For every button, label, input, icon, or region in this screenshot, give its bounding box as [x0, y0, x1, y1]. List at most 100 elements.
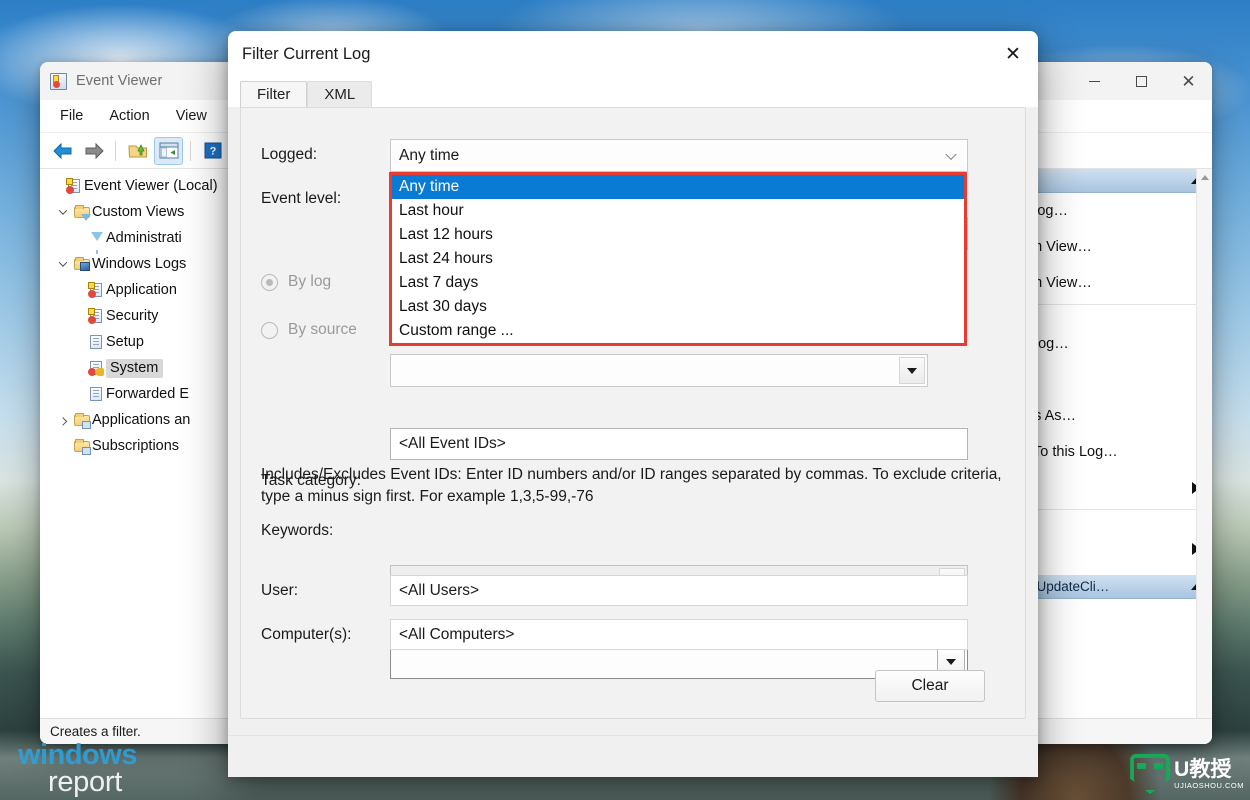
forwarded-events-icon	[86, 386, 106, 402]
computers-label-row: Computer(s):	[261, 626, 351, 644]
tree-item-application[interactable]: Application	[40, 277, 235, 303]
user-label-row: User:	[261, 582, 298, 600]
tree-item-label: Security	[106, 308, 158, 324]
by-log-label: By log	[288, 273, 331, 291]
action-item-attach-task-to-this-log[interactable]: k To this Log…	[1010, 434, 1212, 470]
dropdown-option-last-hour[interactable]: Last hour	[392, 199, 964, 223]
tree-twisty-custom-views[interactable]	[54, 209, 72, 215]
tree-item-event-viewer-local[interactable]: Event Viewer (Local)	[40, 173, 235, 199]
toolbar-separator	[115, 141, 116, 161]
computers-value: <All Computers>	[399, 626, 514, 644]
dropdown-option-any-time[interactable]: Any time	[392, 175, 964, 199]
task-category-label-row: Task category:	[261, 472, 361, 490]
by-source-radio[interactable]	[261, 322, 278, 339]
computers-input[interactable]: <All Computers>	[390, 619, 968, 650]
by-source-label: By source	[288, 321, 357, 339]
action-item-help-submenu[interactable]	[1010, 531, 1212, 567]
user-label: User:	[261, 582, 298, 600]
actions-spacer-2	[1010, 362, 1212, 380]
by-log-radio[interactable]	[261, 274, 278, 291]
triangle-down-icon	[946, 659, 956, 665]
action-item-create-custom-view[interactable]: om View…	[1010, 229, 1212, 265]
tree-item-label: Application	[106, 282, 177, 298]
maximize-icon	[1136, 76, 1147, 87]
user-input[interactable]: <All Users>	[390, 575, 968, 606]
event-logs-combobox[interactable]	[390, 354, 928, 387]
help-button[interactable]: ?	[198, 137, 227, 165]
tree-item-setup[interactable]: Setup	[40, 329, 235, 355]
logged-label-row: Logged:	[261, 146, 317, 164]
statusbar-text: Creates a filter.	[50, 724, 141, 739]
tree-item-applications-and-services[interactable]: Applications an	[40, 407, 235, 433]
minimize-icon	[1089, 81, 1100, 82]
by-source-radio-row[interactable]: By source	[261, 321, 357, 339]
chevron-down-icon	[945, 148, 956, 159]
action-item-import-custom-view[interactable]: om View…	[1010, 265, 1212, 301]
tree-twisty-windows-logs[interactable]	[54, 261, 72, 267]
user-value: <All Users>	[399, 582, 479, 600]
tree-item-forwarded-events[interactable]: Forwarded E	[40, 381, 235, 407]
event-logs-dropdown-button[interactable]	[899, 357, 925, 384]
logged-label: Logged:	[261, 146, 317, 164]
dropdown-option-custom-range[interactable]: Custom range ...	[392, 319, 964, 343]
dropdown-option-last-7-days[interactable]: Last 7 days	[392, 271, 964, 295]
action-item-clear-log[interactable]: t Log…	[1010, 326, 1212, 362]
dropdown-option-last-12-hours[interactable]: Last 12 hours	[392, 223, 964, 247]
up-one-level-button[interactable]	[123, 137, 152, 165]
tab-filter[interactable]: Filter	[240, 81, 307, 108]
dropdown-option-last-24-hours[interactable]: Last 24 hours	[392, 247, 964, 271]
tree-twisty-applications[interactable]	[54, 417, 72, 423]
tree-item-label: Forwarded E	[106, 386, 189, 402]
actions-spacer-3	[1010, 380, 1212, 398]
applications-folder-icon	[72, 412, 92, 428]
event-log-icon	[64, 178, 84, 194]
minimize-button[interactable]	[1071, 62, 1118, 100]
action-item-open-saved-log[interactable]: l Log…	[1010, 193, 1212, 229]
security-log-icon	[86, 308, 106, 324]
maximize-button[interactable]	[1118, 62, 1165, 100]
triangle-down-icon	[907, 368, 917, 374]
tree-item-security[interactable]: Security	[40, 303, 235, 329]
logged-dropdown-list[interactable]: Any time Last hour Last 12 hours Last 24…	[389, 172, 967, 346]
tree-item-windows-logs[interactable]: Windows Logs	[40, 251, 235, 277]
clear-button-label: Clear	[911, 677, 948, 695]
close-icon: ✕	[1181, 73, 1195, 90]
dropdown-option-last-30-days[interactable]: Last 30 days	[392, 295, 964, 319]
logged-combobox[interactable]: Any time	[390, 139, 968, 172]
actions-pane-scrollbar[interactable]	[1196, 169, 1212, 744]
tree-item-system[interactable]: System	[40, 355, 235, 381]
actions-pane-header[interactable]	[1010, 169, 1212, 193]
tree-item-subscriptions[interactable]: Subscriptions	[40, 433, 235, 459]
tab-xml[interactable]: XML	[307, 81, 372, 108]
funnel-icon	[86, 230, 106, 246]
tree-item-custom-views[interactable]: Custom Views	[40, 199, 235, 225]
menu-view[interactable]: View	[166, 105, 217, 127]
forward-button[interactable]	[79, 137, 108, 165]
clear-button[interactable]: Clear	[875, 670, 985, 702]
action-item-view-submenu[interactable]	[1010, 470, 1212, 506]
menu-action[interactable]: Action	[99, 105, 159, 127]
tree-item-administrative-events[interactable]: Administrati	[40, 225, 235, 251]
show-hide-console-tree-button[interactable]	[154, 137, 183, 165]
by-log-radio-row[interactable]: By log	[261, 273, 331, 291]
back-button[interactable]	[48, 137, 77, 165]
event-level-label: Event level:	[261, 190, 341, 208]
scroll-up-button[interactable]	[1197, 169, 1212, 185]
filter-current-log-dialog: Filter Current Log ✕ Filter XML Logged: …	[228, 31, 1038, 777]
action-item-save-events-as[interactable]: nts As…	[1010, 398, 1212, 434]
event-ids-input[interactable]: <All Event IDs>	[390, 428, 968, 460]
window-controls: ✕	[1071, 62, 1212, 100]
close-window-button[interactable]: ✕	[1165, 62, 1212, 100]
tree-item-label: System	[106, 359, 163, 378]
dialog-close-button[interactable]: ✕	[988, 31, 1038, 77]
event-level-label-row: Event level:	[261, 190, 341, 208]
logged-value: Any time	[399, 147, 459, 165]
up-folder-icon	[128, 142, 148, 159]
menu-file[interactable]: File	[50, 105, 93, 127]
chevron-right-icon	[59, 417, 67, 425]
show-hide-pane-icon	[159, 142, 179, 159]
toolbar-separator-2	[190, 141, 191, 161]
application-log-icon	[86, 282, 106, 298]
computers-label: Computer(s):	[261, 626, 351, 644]
actions-pane-event-header[interactable]: wsUpdateCli…	[1010, 575, 1212, 599]
